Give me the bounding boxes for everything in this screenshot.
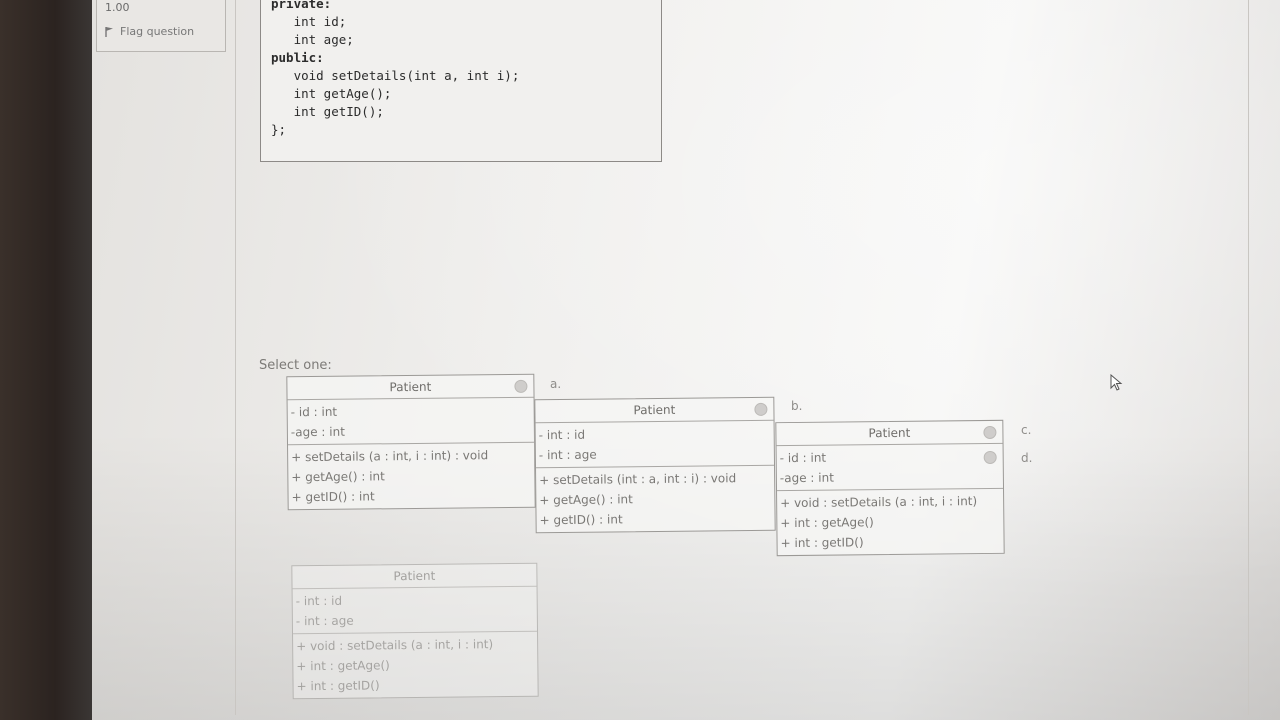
radio-option-b[interactable] <box>754 402 768 416</box>
uml-row: + int : getID() <box>780 535 864 551</box>
uml-methods: + void : setDetails (a : int, i : int) + … <box>293 632 538 699</box>
uml-row: + getAge() : int <box>291 469 385 485</box>
radio-option-d[interactable] <box>983 450 997 465</box>
uml-option-b[interactable]: Patient - int : id - int : age + setDetai… <box>534 396 776 534</box>
flag-icon <box>105 26 113 37</box>
uml-row: + getID() : int <box>539 512 623 528</box>
uml-title: Patient <box>389 379 432 395</box>
uml-row: + void : setDetails (a : int, i : int) <box>780 494 978 511</box>
question-content: private: int id; int age; public: void s… <box>235 0 1249 715</box>
uml-row: - int : age <box>538 447 597 463</box>
code-line: int getAge(); <box>271 86 392 101</box>
question-info-box: 1.00 Flag question <box>96 0 226 52</box>
radio-option-a[interactable] <box>514 379 528 393</box>
uml-title: Patient <box>393 568 436 584</box>
uml-option-c[interactable]: Patient - id : int -age : int + void : se… <box>775 419 1005 557</box>
code-block: private: int id; int age; public: void s… <box>260 0 662 162</box>
uml-row: -age : int <box>779 470 834 486</box>
select-one-label: Select one: <box>259 358 332 373</box>
uml-row: + getID() : int <box>291 489 375 505</box>
code-line: public: <box>271 50 324 65</box>
uml-row: - id : int <box>290 404 338 420</box>
flag-question-label: Flag question <box>120 25 195 38</box>
uml-title: Patient <box>633 402 676 418</box>
uml-row: + int : getID() <box>296 678 380 694</box>
code-line: private: <box>271 0 332 11</box>
code-line: int age; <box>271 32 354 47</box>
screen: 1.00 Flag question private: int id; int … <box>92 0 1280 720</box>
mark-value: 1.00 <box>105 1 130 14</box>
option-letter-b: b. <box>791 399 803 413</box>
radio-option-c[interactable] <box>983 425 997 440</box>
option-letter-a: a. <box>550 377 562 391</box>
uml-attributes: - int : id - int : age <box>535 420 775 469</box>
uml-attributes: - int : id - int : age <box>292 586 538 635</box>
option-letter-c: c. <box>1021 423 1032 437</box>
uml-row: - int : id <box>295 593 343 609</box>
uml-option-a[interactable]: Patient - id : int -age : int + setDetail… <box>286 373 536 511</box>
uml-row: + getAge() : int <box>539 492 633 508</box>
uml-attributes: - id : int -age : int <box>287 397 535 446</box>
code-line: void setDetails(int a, int i); <box>271 68 520 83</box>
uml-row: - int : id <box>538 427 586 443</box>
uml-row: - int : age <box>295 613 354 629</box>
uml-option-d[interactable]: Patient - int : id - int : age + void : s… <box>291 562 539 700</box>
uml-row: + int : getAge() <box>296 658 390 674</box>
uml-methods: + setDetails (a : int, i : int) : void + … <box>288 443 535 510</box>
mouse-cursor-icon <box>1110 374 1123 391</box>
uml-row: + int : getAge() <box>780 515 874 531</box>
uml-row: - id : int <box>779 450 827 466</box>
code-text: private: int id; int age; public: void s… <box>261 0 661 143</box>
uml-row: + setDetails (int : a, int : i) : void <box>539 471 737 488</box>
code-line: }; <box>271 122 287 137</box>
uml-row: -age : int <box>290 424 345 440</box>
option-letter-d: d. <box>1021 451 1033 465</box>
flag-question-link[interactable]: Flag question <box>105 25 194 38</box>
uml-row: + void : setDetails (a : int, i : int) <box>296 637 494 654</box>
code-line: int getID(); <box>271 104 384 119</box>
uml-title: Patient <box>868 425 911 441</box>
uml-row: + setDetails (a : int, i : int) : void <box>291 448 489 465</box>
uml-attributes: - id : int -age : int <box>776 443 1004 492</box>
uml-methods: + void : setDetails (a : int, i : int) + … <box>777 489 1004 555</box>
code-line: int id; <box>271 14 347 29</box>
uml-methods: + setDetails (int : a, int : i) : void + … <box>536 466 775 532</box>
monitor-bezel <box>0 0 92 720</box>
